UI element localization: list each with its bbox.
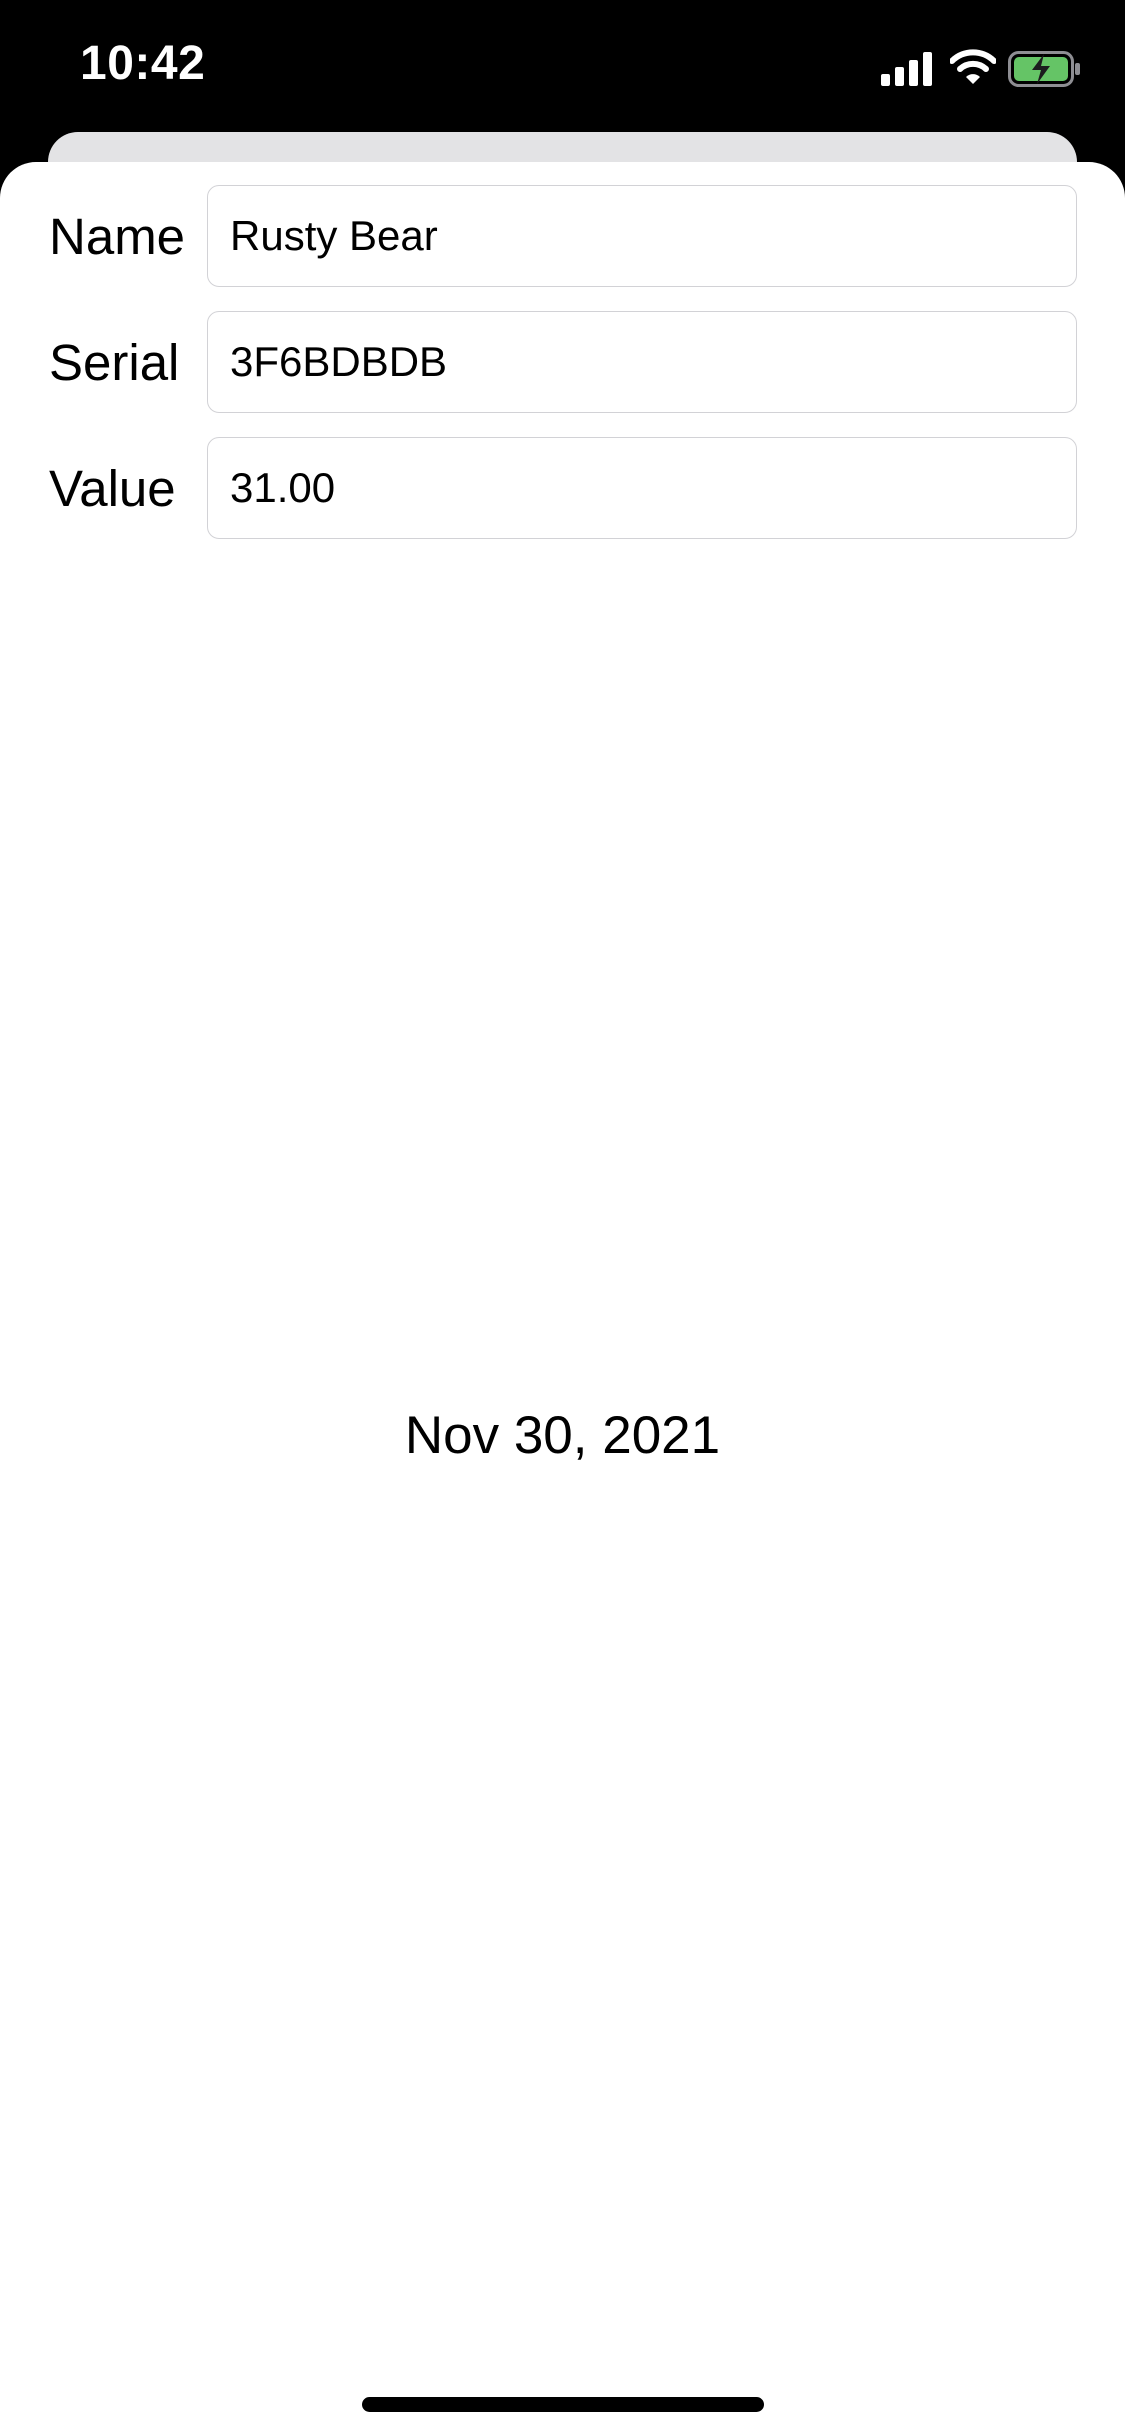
value-field[interactable]	[207, 437, 1077, 539]
value-label: Value	[49, 460, 176, 517]
name-row: Name	[0, 185, 1125, 289]
name-label: Name	[49, 208, 186, 265]
serial-field[interactable]	[207, 311, 1077, 413]
status-bar: 10:42	[0, 0, 1125, 132]
value-row: Value	[0, 437, 1125, 541]
wifi-icon	[949, 48, 997, 91]
status-time: 10:42	[80, 37, 206, 90]
serial-label: Serial	[49, 334, 180, 391]
home-indicator[interactable]	[362, 2397, 764, 2412]
date-created-label: Nov 30, 2021	[404, 1406, 721, 1465]
name-field[interactable]	[207, 185, 1077, 287]
signal-icon	[881, 52, 934, 91]
battery-charging-icon	[1008, 51, 1082, 92]
serial-row: Serial	[0, 311, 1125, 415]
